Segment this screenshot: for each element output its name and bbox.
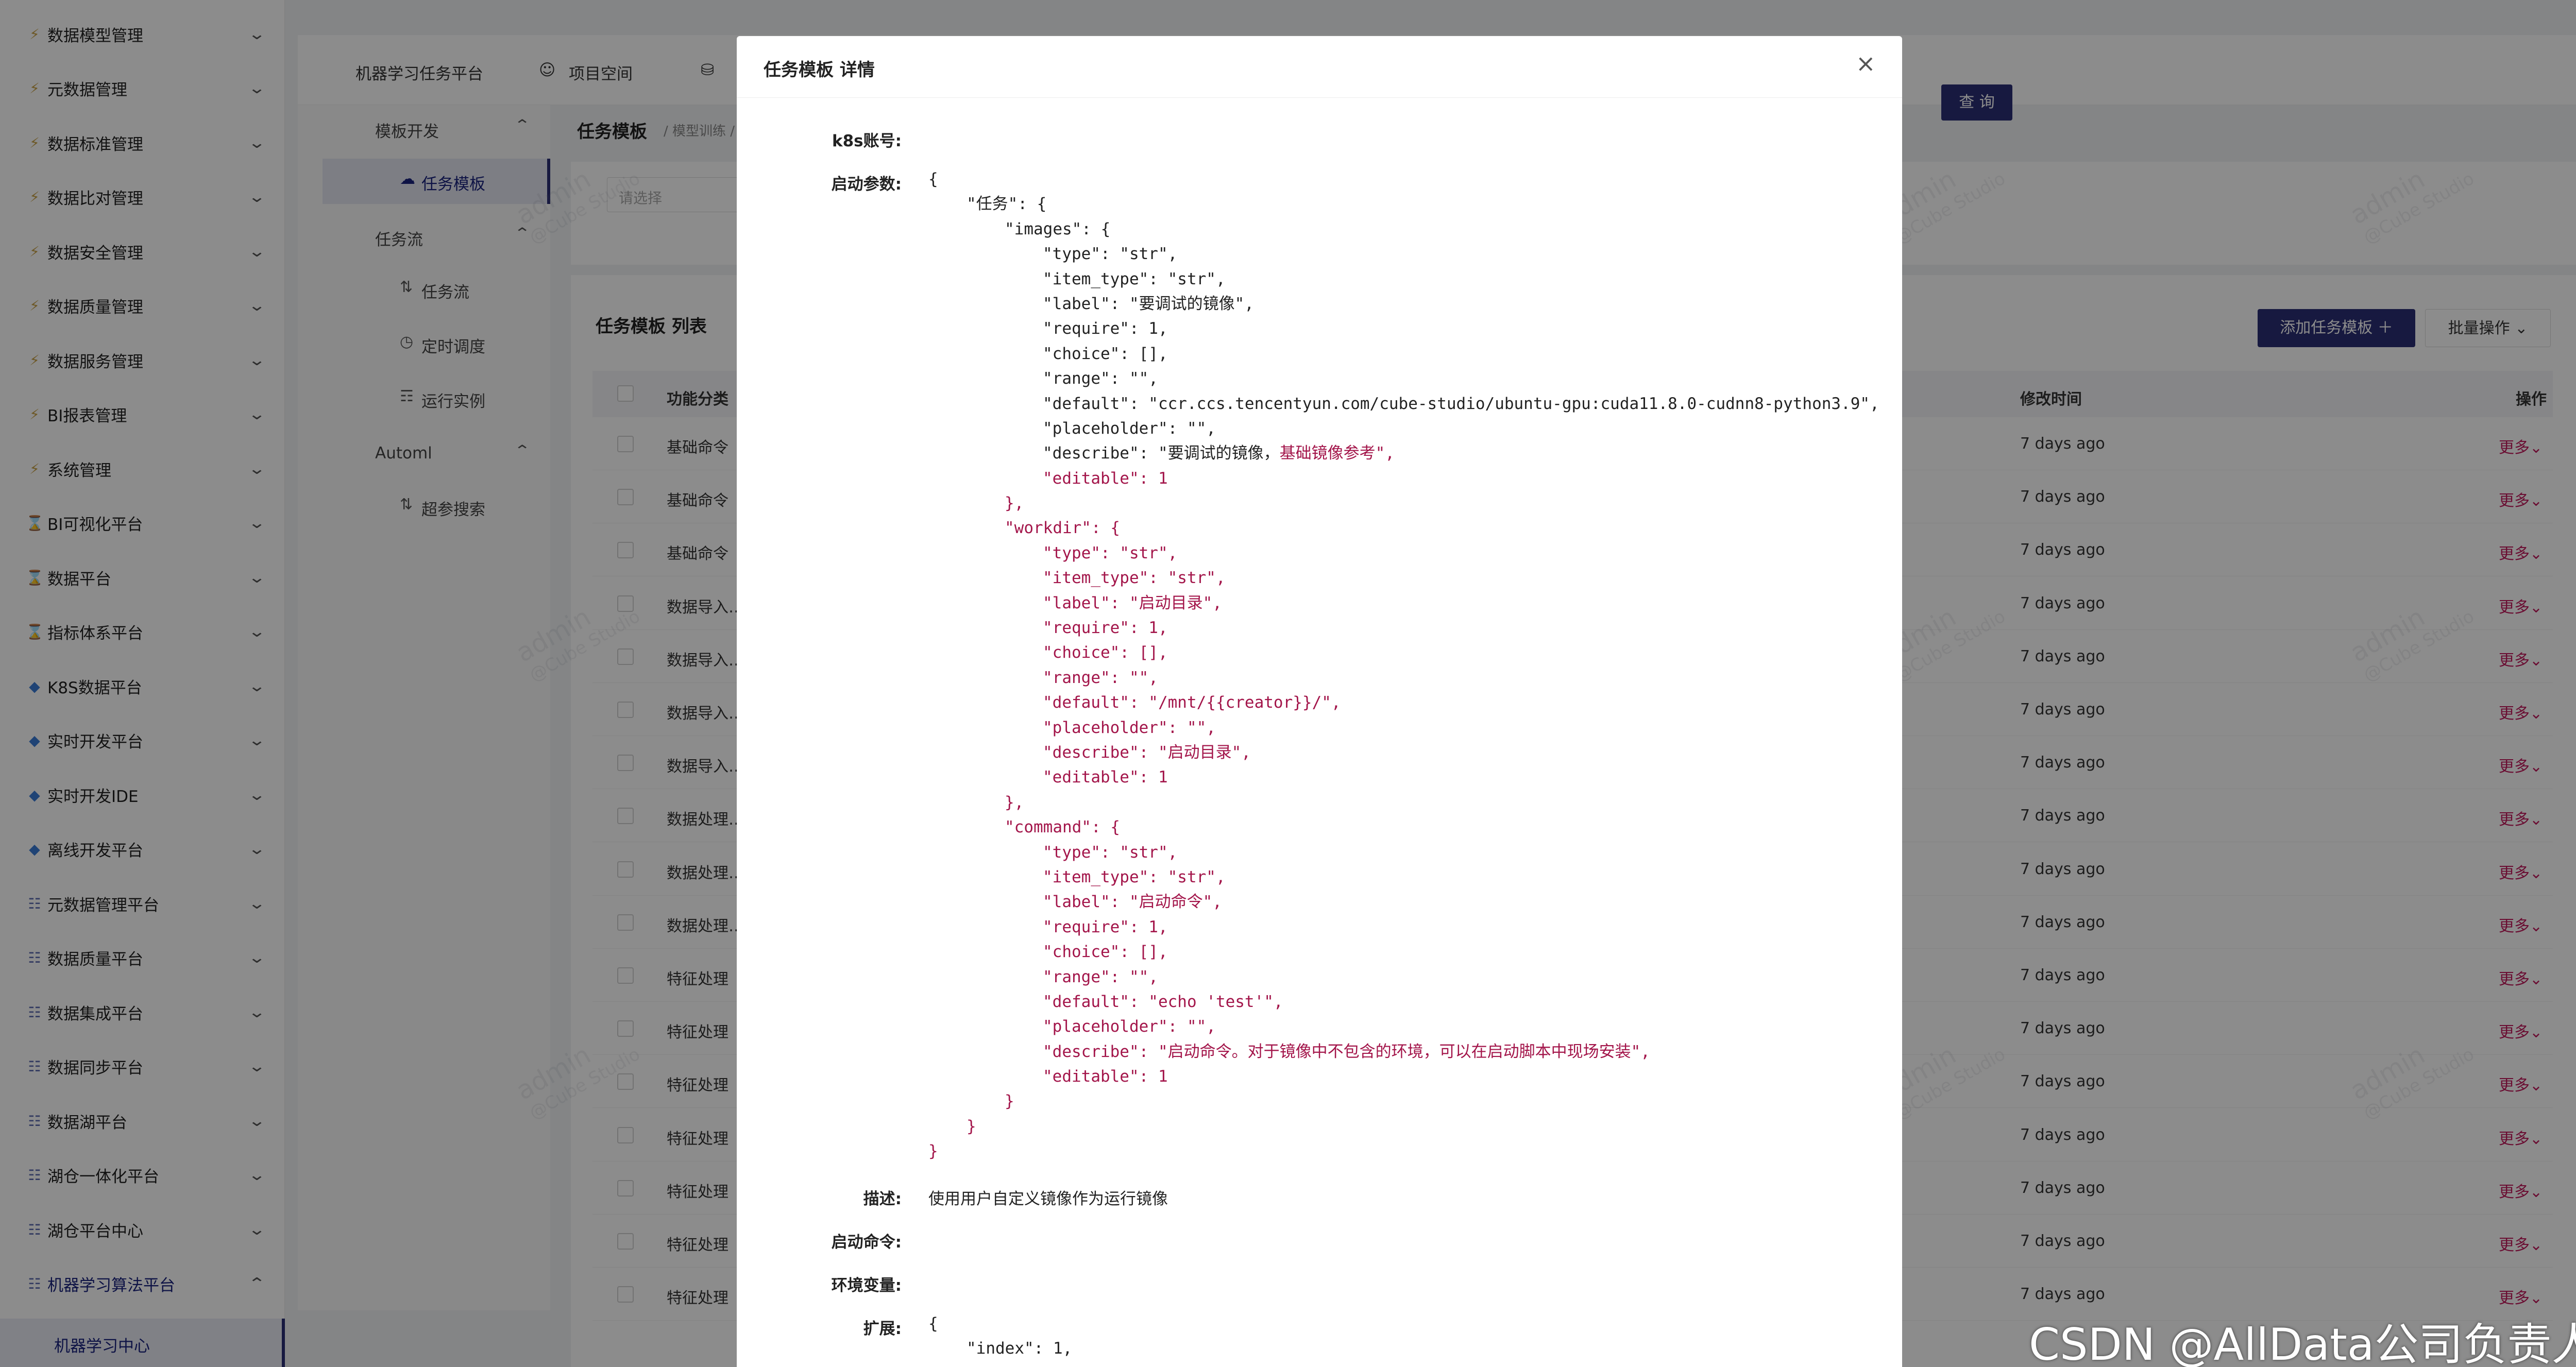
json-line: }: [928, 1114, 1879, 1139]
json-line: "describe": "启动目录",: [928, 740, 1879, 765]
json-line-text: "type": "str",: [1043, 843, 1178, 862]
field-label-start-command: 启动命令:: [831, 1233, 902, 1252]
json-line: "command": {: [928, 815, 1879, 840]
json-line-text: "editable": 1: [1043, 768, 1168, 787]
json-line-text: "placeholder": "",: [1043, 419, 1216, 438]
json-line-text: "item_type": "str",: [1043, 269, 1226, 288]
json-line: "default": "ccr.ccs.tencentyun.com/cube-…: [928, 391, 1879, 416]
json-line-text: "choice": [],: [1043, 344, 1168, 363]
json-line: "label": "启动命令",: [928, 890, 1879, 914]
json-line: "require": 1,: [928, 616, 1879, 640]
json-line: "choice": [],: [928, 341, 1879, 366]
field-label-k8s-account: k8s账号:: [832, 132, 902, 150]
json-line: "require": 1,: [928, 316, 1879, 341]
json-line: "editable": 1: [928, 765, 1879, 790]
json-line-text: "item_type": "str",: [1043, 867, 1226, 886]
json-line: "placeholder": "",: [928, 416, 1879, 441]
json-line: "range": "",: [928, 665, 1879, 690]
extension-json: { "index": 1,: [928, 1311, 1072, 1361]
json-line-text: "任务": {: [967, 195, 1047, 214]
json-line-text: "label": "启动目录",: [1043, 593, 1222, 612]
json-line-text: "range": "",: [1043, 369, 1158, 388]
json-line: "editable": 1: [928, 466, 1879, 491]
json-line: "describe": "启动命令。对于镜像中不包含的环境，可以在启动脚本中现场…: [928, 1039, 1879, 1064]
json-line: }: [928, 1089, 1879, 1114]
json-line-text: "label": "启动命令",: [1043, 893, 1222, 912]
json-line-text: }: [967, 1117, 976, 1136]
json-line: "placeholder": "",: [928, 1014, 1879, 1039]
json-line-text: "range": "",: [1043, 668, 1158, 687]
json-line-text: "type": "str",: [1043, 543, 1178, 562]
json-line: },: [928, 790, 1879, 815]
json-line-text: "placeholder": "",: [1043, 1017, 1216, 1036]
close-icon[interactable]: ×: [1856, 52, 1876, 75]
json-line: {: [928, 1311, 1072, 1336]
json-line-text: "type": "str",: [1043, 245, 1178, 264]
field-label-start-params: 启动参数:: [831, 175, 902, 194]
json-line-text: "describe": "要调试的镜像，: [1043, 444, 1280, 463]
json-line-text: "range": "",: [1043, 967, 1158, 986]
json-line: "choice": [],: [928, 640, 1879, 665]
modal-title: 任务模板 详情: [764, 60, 875, 80]
json-line: "workdir": {: [928, 516, 1879, 540]
json-line: "default": "/mnt/{{creator}}/",: [928, 690, 1879, 715]
description-value: 使用用户自定义镜像作为运行镜像: [928, 1190, 1168, 1208]
json-line-text: }: [1005, 1092, 1014, 1111]
json-line: "type": "str",: [928, 242, 1879, 266]
json-line: "item_type": "str",: [928, 267, 1879, 292]
field-label-description: 描述:: [863, 1190, 902, 1208]
json-line: }: [928, 1139, 1879, 1164]
json-line: },: [928, 491, 1879, 516]
json-line-text: "default": "ccr.ccs.tencentyun.com/cube-…: [1043, 394, 1879, 413]
json-line: "label": "要调试的镜像",: [928, 292, 1879, 316]
json-line: "index": 1,: [928, 1336, 1072, 1361]
json-line-text: "editable": 1: [1043, 1067, 1168, 1086]
csdn-watermark: CSDN @AllData公司负责人: [2029, 1319, 2576, 1367]
json-line-text: "require": 1,: [1043, 917, 1168, 936]
json-line: "type": "str",: [928, 541, 1879, 566]
json-line-text: "describe": "启动目录",: [1043, 743, 1251, 762]
json-line-text: }: [928, 1142, 938, 1161]
json-line-text: "index": 1,: [967, 1339, 1073, 1358]
json-line: "describe": "要调试的镜像，基础镜像参考",: [928, 441, 1879, 466]
modal-header: 任务模板 详情 ×: [737, 36, 1902, 98]
start-params-json: { "任务": { "images": { "type": "str", "item_t…: [928, 167, 1879, 1164]
json-line: "choice": [],: [928, 939, 1879, 964]
json-line-text: },: [1005, 494, 1024, 513]
json-line: "range": "",: [928, 366, 1879, 391]
json-line-text: "placeholder": "",: [1043, 718, 1216, 737]
json-line-text: "workdir": {: [1005, 519, 1120, 538]
json-line: "type": "str",: [928, 840, 1879, 865]
json-line-link-text[interactable]: 基础镜像参考",: [1280, 444, 1395, 463]
json-line-text: "choice": [],: [1043, 643, 1168, 662]
json-line: "default": "echo 'test'",: [928, 989, 1879, 1014]
json-line-text: "require": 1,: [1043, 319, 1168, 338]
json-line: "require": 1,: [928, 915, 1879, 939]
json-line-text: {: [928, 170, 938, 189]
json-line-text: "label": "要调试的镜像",: [1043, 294, 1254, 313]
json-line-text: "images": {: [1005, 219, 1111, 238]
json-line-text: "default": "echo 'test'",: [1043, 992, 1283, 1011]
json-line: "placeholder": "",: [928, 715, 1879, 740]
json-line-text: "require": 1,: [1043, 619, 1168, 638]
json-line-text: "item_type": "str",: [1043, 569, 1226, 588]
json-line: "item_type": "str",: [928, 566, 1879, 590]
json-line-text: "describe": "启动命令。对于镜像中不包含的环境，可以在启动脚本中现场…: [1043, 1042, 1650, 1061]
json-line: "range": "",: [928, 965, 1879, 989]
task-template-detail-modal: 任务模板 详情 × k8s账号: 启动参数: { "任务": { "images":…: [737, 36, 1902, 1367]
json-line-text: },: [1005, 793, 1024, 812]
json-line-text: {: [928, 1314, 938, 1333]
json-line: "editable": 1: [928, 1064, 1879, 1089]
json-line-text: "choice": [],: [1043, 943, 1168, 962]
json-line: "任务": {: [928, 192, 1879, 216]
field-label-extension: 扩展:: [863, 1320, 902, 1338]
json-line-text: "default": "/mnt/{{creator}}/",: [1043, 693, 1341, 712]
json-line: {: [928, 167, 1879, 192]
json-line: "label": "启动目录",: [928, 591, 1879, 616]
json-line: "item_type": "str",: [928, 865, 1879, 890]
json-line-text: "command": {: [1005, 818, 1120, 837]
json-line-text: "editable": 1: [1043, 469, 1168, 488]
json-line: "images": {: [928, 217, 1879, 242]
field-label-env-vars: 环境变量:: [831, 1276, 902, 1295]
